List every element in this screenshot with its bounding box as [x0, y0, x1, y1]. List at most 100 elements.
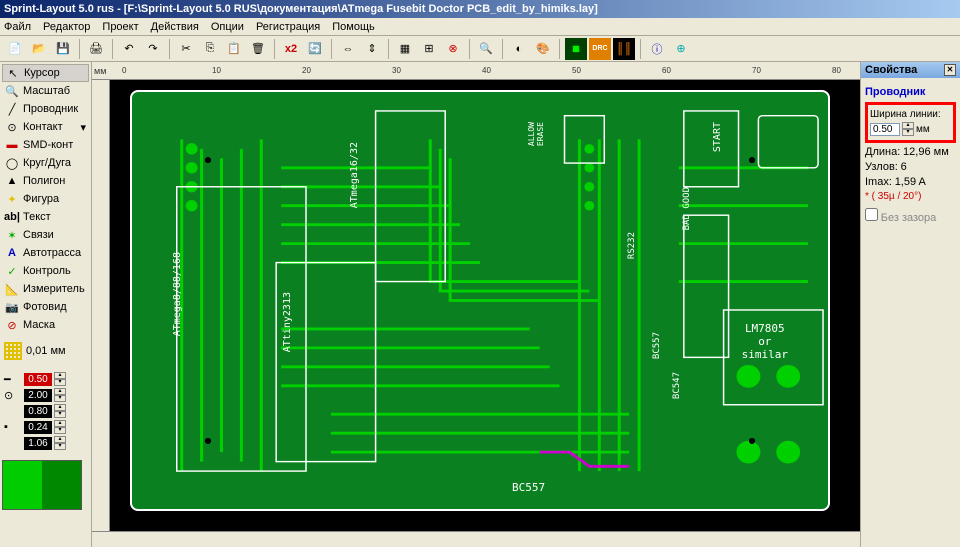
tool-circle[interactable]: ◯Круг/Дуга — [2, 154, 89, 172]
cut-button[interactable]: ✂ — [175, 38, 197, 60]
tool-check[interactable]: ✓Контроль — [2, 262, 89, 280]
properties-close-button[interactable]: ✕ — [944, 64, 956, 76]
tool-pad[interactable]: ⊙Контакт▾ — [2, 118, 89, 136]
print-button[interactable]: 🖨 — [85, 38, 107, 60]
grid-value: 0,01 мм — [26, 345, 66, 357]
rotate-button[interactable]: 🔄 — [304, 38, 326, 60]
tool-shape[interactable]: ✦Фигура — [2, 190, 89, 208]
zoom-button[interactable]: 🔍 — [475, 38, 497, 60]
smd-h-value[interactable]: 1.06 — [24, 437, 52, 450]
cursor-icon: ↖ — [6, 66, 20, 80]
drc-button[interactable]: ▦ — [565, 38, 587, 60]
measure-icon: 📐 — [5, 282, 19, 296]
tool-mask[interactable]: ⊘Маска — [2, 316, 89, 334]
track-width-spinner[interactable]: ▴▾ — [54, 372, 66, 386]
smd-w-row: ▪ 0.24 ▴▾ — [4, 420, 87, 434]
pcb-board: ATmega8/88/168 ATtiny2313 ATmega16/32 AL… — [130, 90, 830, 511]
width-input[interactable] — [870, 123, 900, 136]
width-label: Ширина линии: — [870, 109, 951, 120]
connections-icon: ✶ — [5, 228, 19, 242]
new-button[interactable]: 📄 — [4, 38, 26, 60]
tool-track[interactable]: ╱Проводник — [2, 100, 89, 118]
pad-inner-value[interactable]: 0.80 — [24, 405, 52, 418]
note-row: * ( 35µ / 20°) — [865, 191, 956, 202]
smd-w-value[interactable]: 0.24 — [24, 421, 52, 434]
menu-options[interactable]: Опции — [211, 21, 244, 33]
pad-inner-spinner[interactable]: ▴▾ — [54, 404, 66, 418]
smd-w-spinner[interactable]: ▴▾ — [54, 420, 66, 434]
undo-button[interactable]: ↶ — [118, 38, 140, 60]
menu-editor[interactable]: Редактор — [43, 21, 90, 33]
paste-button[interactable]: 📋 — [223, 38, 245, 60]
silk-bc547: BC547 — [672, 372, 682, 399]
pcb-traces — [132, 92, 828, 509]
properties-subtitle: Проводник — [865, 86, 956, 98]
open-button[interactable]: 📂 — [28, 38, 50, 60]
layer-preview[interactable] — [2, 460, 82, 510]
silk-bc557a: BC557 — [652, 332, 662, 359]
mirror-h-button[interactable]: ⇔ — [337, 38, 359, 60]
test-button[interactable]: ║║ — [613, 38, 635, 60]
silk-badgood: BAD GOOD — [682, 187, 692, 230]
width-spinner[interactable]: ▴▾ — [902, 122, 914, 136]
ruler-horizontal[interactable]: 01020304050607080 — [92, 62, 860, 80]
redo-button[interactable]: ↷ — [142, 38, 164, 60]
tool-photoview[interactable]: 📷Фотовид — [2, 298, 89, 316]
clearance-checkbox-input[interactable] — [865, 208, 878, 221]
tool-autoroute[interactable]: AАвтотрасса — [2, 244, 89, 262]
properties-title: Свойства — [865, 64, 917, 76]
tool-measure[interactable]: 📐Измеритель — [2, 280, 89, 298]
canvas-area: 01020304050607080 — [92, 62, 860, 547]
tool-zoom[interactable]: 🔍Масштаб — [2, 82, 89, 100]
app-title: Sprint-Layout 5.0 rus - [F:\Sprint-Layou… — [4, 3, 598, 15]
smd-h-row: 1.06 ▴▾ — [4, 436, 87, 450]
pad-outer-value[interactable]: 2.00 — [24, 389, 52, 402]
main-toolbar: 📄 📂 💾 🖨 ↶ ↷ ✂ ⎘ 📋 🗑 x2 🔄 ⇔ ⇕ ▦ ⊞ ⊗ 🔍 ◐ 🎨… — [0, 36, 960, 62]
smd-icon: ▬ — [5, 138, 19, 152]
menu-help[interactable]: Помощь — [332, 21, 375, 33]
drc2-button[interactable]: DRC — [589, 38, 611, 60]
delete-button[interactable]: 🗑 — [247, 38, 269, 60]
zoom-icon: 🔍 — [5, 84, 19, 98]
tool-connections[interactable]: ✶Связи — [2, 226, 89, 244]
tool-text[interactable]: ab|Текст — [2, 208, 89, 226]
main-area: ↖Курсор 🔍Масштаб ╱Проводник ⊙Контакт▾ ▬S… — [0, 62, 960, 547]
parts-button[interactable]: 🎨 — [532, 38, 554, 60]
menu-actions[interactable]: Действия — [151, 21, 199, 33]
align-button[interactable]: ▦ — [394, 38, 416, 60]
length-row: Длина: 12,96 мм — [865, 146, 956, 158]
width-unit: мм — [916, 124, 930, 135]
track-width-value[interactable]: 0.50 — [24, 373, 52, 386]
smd-dim-icon: ▪ — [4, 421, 22, 433]
save-button[interactable]: 💾 — [52, 38, 74, 60]
ruler-vertical[interactable] — [92, 80, 110, 531]
x2-button[interactable]: x2 — [280, 38, 302, 60]
mirror-v-button[interactable]: ⇕ — [361, 38, 383, 60]
target-button[interactable]: ⊕ — [670, 38, 692, 60]
copy-button[interactable]: ⎘ — [199, 38, 221, 60]
smd-h-spinner[interactable]: ▴▾ — [54, 436, 66, 450]
scrollbar-horizontal[interactable] — [92, 531, 860, 547]
menu-file[interactable]: Файл — [4, 21, 31, 33]
silk-start: START — [712, 122, 723, 152]
info-button[interactable]: ⓘ — [646, 38, 668, 60]
pcb-canvas[interactable]: ATmega8/88/168 ATtiny2313 ATmega16/32 AL… — [110, 80, 860, 531]
tool-cursor[interactable]: ↖Курсор — [2, 64, 89, 82]
track-width-row: ━ 0.50 ▴▾ — [4, 372, 87, 386]
highlighted-property: Ширина линии: ▴▾ мм — [865, 102, 956, 143]
clearance-checkbox[interactable]: Без зазора — [865, 208, 956, 224]
remove-button[interactable]: ⊗ — [442, 38, 464, 60]
pad-icon: ⊙ — [5, 120, 19, 134]
circle-icon: ◯ — [5, 156, 19, 170]
snap-button[interactable]: ⊞ — [418, 38, 440, 60]
menu-project[interactable]: Проект — [102, 21, 138, 33]
tool-polygon[interactable]: ▲Полигон — [2, 172, 89, 190]
grid-icon[interactable] — [4, 342, 22, 360]
mask-icon: ⊘ — [5, 318, 19, 332]
silk-bc557b: BC557 — [512, 481, 545, 494]
menu-registration[interactable]: Регистрация — [256, 21, 320, 33]
silk-atmega8: ATmega8/88/168 — [172, 252, 183, 336]
tool-smd[interactable]: ▬SMD-конт — [2, 136, 89, 154]
pad-outer-spinner[interactable]: ▴▾ — [54, 388, 66, 402]
contrast-button[interactable]: ◐ — [508, 38, 530, 60]
